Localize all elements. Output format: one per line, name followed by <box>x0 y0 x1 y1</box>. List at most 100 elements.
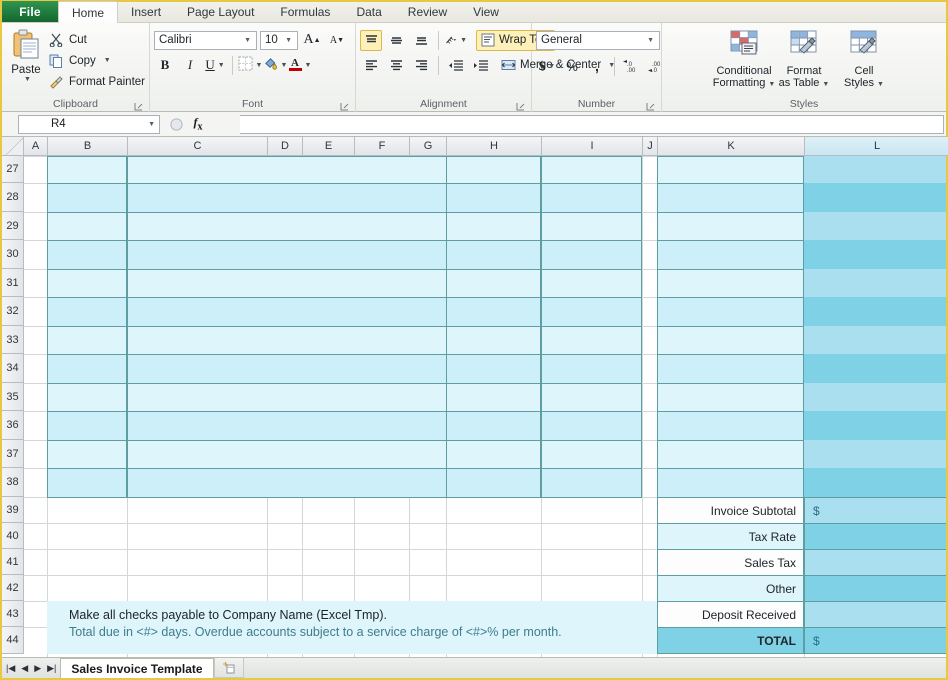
summary-label-sales-tax[interactable]: Sales Tax <box>657 549 804 576</box>
table-row-total[interactable] <box>804 411 946 441</box>
table-row-total[interactable] <box>804 468 946 498</box>
table-row-total[interactable] <box>804 212 946 241</box>
table-row[interactable] <box>446 240 541 270</box>
table-row[interactable] <box>127 269 447 298</box>
summary-value-other[interactable] <box>804 575 946 602</box>
sheet-tab-sales-invoice-template[interactable]: Sales Invoice Template <box>60 658 214 678</box>
table-row[interactable] <box>541 354 642 384</box>
row-header-38[interactable]: 38 <box>2 468 24 497</box>
row-header-42[interactable]: 42 <box>2 575 24 601</box>
table-row[interactable] <box>446 354 541 384</box>
table-row[interactable] <box>657 183 804 213</box>
table-row[interactable] <box>446 440 541 469</box>
table-row[interactable] <box>657 383 804 412</box>
row-header-39[interactable]: 39 <box>2 497 24 523</box>
orientation-button[interactable]: ▼ <box>445 30 467 51</box>
copy-button[interactable]: Copy ▼ <box>46 50 145 71</box>
table-row[interactable] <box>657 326 804 355</box>
format-as-table-button[interactable]: Format as Table ▼ <box>775 28 833 91</box>
summary-label-deposit-received[interactable]: Deposit Received <box>657 601 804 628</box>
format-painter-button[interactable]: Format Painter <box>46 71 145 92</box>
font-dialog-launcher[interactable] <box>340 102 349 111</box>
table-row[interactable] <box>657 240 804 270</box>
table-row[interactable] <box>47 212 127 241</box>
table-row-total[interactable] <box>804 297 946 327</box>
summary-label-other[interactable]: Other <box>657 575 804 602</box>
column-header-C[interactable]: C <box>128 137 268 156</box>
insert-worksheet-button[interactable] <box>213 658 244 678</box>
paste-dropdown-icon[interactable]: ▼ <box>24 76 31 83</box>
table-row[interactable] <box>127 326 447 355</box>
table-row[interactable] <box>541 183 642 213</box>
next-sheet-icon[interactable]: ▶ <box>34 663 41 674</box>
align-right-button[interactable] <box>410 55 432 76</box>
comma-format-button[interactable]: , <box>586 56 608 77</box>
last-sheet-icon[interactable]: ▶| <box>47 663 56 674</box>
select-all-corner[interactable] <box>2 137 24 156</box>
table-row[interactable] <box>47 411 127 441</box>
summary-label-tax-rate[interactable]: Tax Rate <box>657 523 804 550</box>
table-row-total[interactable] <box>804 240 946 270</box>
first-sheet-icon[interactable]: |◀ <box>6 663 15 674</box>
tab-review[interactable]: Review <box>395 1 460 22</box>
table-row[interactable] <box>127 156 447 184</box>
table-row[interactable] <box>657 156 804 184</box>
table-row[interactable] <box>47 354 127 384</box>
table-row[interactable] <box>541 326 642 355</box>
table-row[interactable] <box>127 440 447 469</box>
summary-value-deposit-received[interactable] <box>804 601 946 628</box>
table-row[interactable] <box>541 468 642 498</box>
table-row-total[interactable] <box>804 383 946 412</box>
table-row[interactable] <box>657 297 804 327</box>
table-row[interactable] <box>127 297 447 327</box>
align-bottom-button[interactable] <box>410 30 432 51</box>
font-color-dropdown-icon[interactable]: ▼ <box>305 62 312 69</box>
increase-decimal-button[interactable]: .0 .00 <box>621 56 643 77</box>
row-header-32[interactable]: 32 <box>2 297 24 326</box>
table-row[interactable] <box>541 411 642 441</box>
summary-value-sales-tax[interactable]: - <box>804 549 946 576</box>
column-header-K[interactable]: K <box>658 137 805 156</box>
table-row[interactable] <box>657 411 804 441</box>
cell-styles-dropdown-icon[interactable]: ▼ <box>877 81 884 88</box>
table-row[interactable] <box>446 326 541 355</box>
font-size-dropdown-icon[interactable]: ▼ <box>282 37 295 44</box>
table-row-total[interactable] <box>804 156 946 184</box>
number-format-dropdown-icon[interactable]: ▼ <box>644 37 657 44</box>
accounting-dropdown-icon[interactable]: ▼ <box>548 63 555 70</box>
row-header-31[interactable]: 31 <box>2 269 24 297</box>
table-row-total[interactable] <box>804 354 946 384</box>
table-row[interactable] <box>127 240 447 270</box>
row-header-43[interactable]: 43 <box>2 601 24 627</box>
insert-function-button[interactable]: fx <box>187 115 209 134</box>
table-row[interactable] <box>657 269 804 298</box>
table-row[interactable] <box>47 156 127 184</box>
accounting-format-button[interactable]: $ ▼ <box>536 56 558 77</box>
underline-button[interactable]: U ▼ <box>204 55 226 76</box>
table-row[interactable] <box>657 468 804 498</box>
align-top-button[interactable] <box>360 29 382 51</box>
tab-data[interactable]: Data <box>343 1 394 22</box>
table-row[interactable] <box>47 326 127 355</box>
table-row[interactable] <box>127 212 447 241</box>
decrease-indent-button[interactable] <box>445 55 467 76</box>
table-row[interactable] <box>446 183 541 213</box>
borders-dropdown-icon[interactable]: ▼ <box>256 62 263 69</box>
column-header-G[interactable]: G <box>410 137 447 156</box>
number-format-select[interactable]: General ▼ <box>536 30 660 50</box>
tab-page-layout[interactable]: Page Layout <box>174 1 267 22</box>
paste-button[interactable]: Paste ▼ <box>6 26 46 83</box>
align-center-button[interactable] <box>385 55 407 76</box>
table-row[interactable] <box>47 240 127 270</box>
alignment-dialog-launcher[interactable] <box>516 102 525 111</box>
tab-formulas[interactable]: Formulas <box>267 1 343 22</box>
font-name-dropdown-icon[interactable]: ▼ <box>241 37 254 44</box>
formula-input[interactable] <box>240 114 944 134</box>
column-header-J[interactable]: J <box>643 137 658 156</box>
table-row[interactable] <box>541 383 642 412</box>
table-row-total[interactable] <box>804 440 946 469</box>
orientation-dropdown-icon[interactable]: ▼ <box>460 37 467 44</box>
number-dialog-launcher[interactable] <box>646 102 655 111</box>
column-header-E[interactable]: E <box>303 137 355 156</box>
percent-format-button[interactable]: % <box>561 56 583 77</box>
